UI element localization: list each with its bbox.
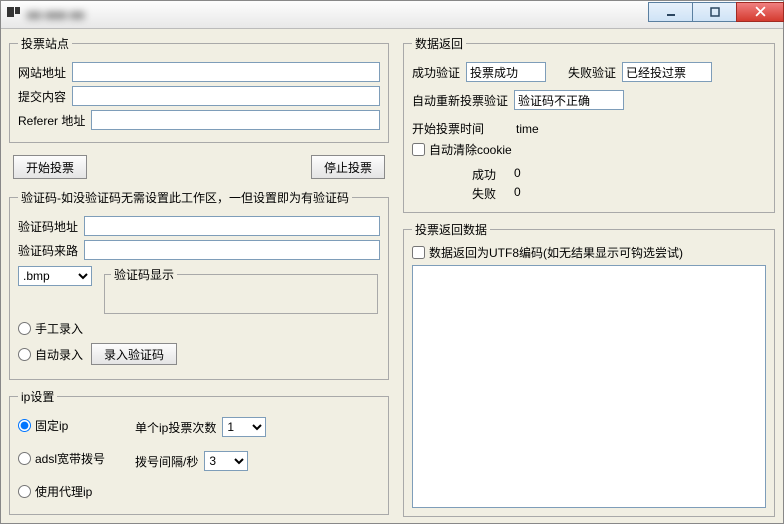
minimize-button[interactable] [648,2,693,22]
submit-label: 提交内容 [18,88,66,105]
captcha-legend: 验证码-如没验证码无需设置此工作区，一但设置即为有验证码 [18,189,352,206]
success-count-label: 成功 [472,166,496,183]
ip-fixed-radio[interactable] [18,419,31,432]
success-label: 成功验证 [412,64,460,81]
ip-adsl-radio[interactable] [18,452,31,465]
submit-input[interactable] [72,86,380,106]
clear-cookie-label: 自动清除cookie [429,141,512,158]
per-ip-select[interactable]: 1 [222,417,266,437]
per-ip-label: 单个ip投票次数 [135,419,216,436]
ip-adsl-label: adsl宽带拨号 [35,450,105,467]
window-title: ■■ ■■■ ■■ [27,8,84,22]
close-button[interactable] [736,2,784,22]
success-input[interactable] [466,62,546,82]
titlebar: ■■ ■■■ ■■ [1,1,783,29]
referer-label: Referer 地址 [18,112,85,129]
retry-label: 自动重新投票验证 [412,92,508,109]
captcha-addr-label: 验证码地址 [18,218,78,235]
client-area: 投票站点 网站地址 提交内容 Referer 地址 开始投票 [1,29,783,523]
fail-count-value: 0 [514,185,521,202]
fail-count-label: 失败 [472,185,496,202]
right-column: 数据返回 成功验证 失败验证 自动重新投票验证 开始投票时间 [403,35,775,517]
left-column: 投票站点 网站地址 提交内容 Referer 地址 开始投票 [9,35,389,517]
return-textarea[interactable] [412,265,766,508]
retry-input[interactable] [514,90,624,110]
captcha-ref-label: 验证码来路 [18,242,78,259]
start-vote-button[interactable]: 开始投票 [13,155,87,179]
vote-site-legend: 投票站点 [18,35,72,52]
utf8-label: 数据返回为UTF8编码(如无结果显示可钩选尝试) [429,244,683,261]
action-row: 开始投票 停止投票 [9,155,389,179]
fail-input[interactable] [622,62,712,82]
success-count-value: 0 [514,166,521,183]
url-label: 网站地址 [18,64,66,81]
captcha-display-group: 验证码显示 [104,266,378,314]
captcha-manual-label: 手工录入 [35,320,83,337]
captcha-auto-radio[interactable] [18,348,31,361]
app-icon [7,7,23,23]
captcha-input-button[interactable]: 录入验证码 [91,343,177,365]
captcha-group: 验证码-如没验证码无需设置此工作区，一但设置即为有验证码 验证码地址 验证码来路… [9,189,389,380]
maximize-button[interactable] [692,2,737,22]
utf8-checkbox[interactable] [412,246,425,259]
captcha-display-legend: 验证码显示 [111,266,177,283]
ip-fixed-label: 固定ip [35,417,68,434]
captcha-ref-input[interactable] [84,240,380,260]
ip-group: ip设置 固定ip adsl宽带拨号 [9,388,389,515]
ip-legend: ip设置 [18,388,57,405]
return-data-group: 投票返回数据 数据返回为UTF8编码(如无结果显示可钩选尝试) [403,221,775,517]
captcha-auto-label: 自动录入 [35,346,83,363]
captcha-addr-input[interactable] [84,216,380,236]
captcha-manual-radio[interactable] [18,322,31,335]
result-group: 数据返回 成功验证 失败验证 自动重新投票验证 开始投票时间 [403,35,775,213]
vote-site-group: 投票站点 网站地址 提交内容 Referer 地址 [9,35,389,143]
stop-vote-button[interactable]: 停止投票 [311,155,385,179]
return-data-legend: 投票返回数据 [412,221,490,238]
fail-label: 失败验证 [568,64,616,81]
start-time-value: time [516,122,539,136]
ip-proxy-radio[interactable] [18,485,31,498]
captcha-ext-select[interactable]: .bmp [18,266,92,286]
start-time-label: 开始投票时间 [412,120,484,137]
clear-cookie-checkbox[interactable] [412,143,425,156]
referer-input[interactable] [91,110,380,130]
url-input[interactable] [72,62,380,82]
result-legend: 数据返回 [412,35,466,52]
interval-label: 拨号间隔/秒 [135,453,198,470]
window-controls [649,2,784,22]
interval-select[interactable]: 3 [204,451,248,471]
app-window: ■■ ■■■ ■■ 投票站点 网站地址 [0,0,784,524]
title-left: ■■ ■■■ ■■ [7,7,84,23]
ip-proxy-label: 使用代理ip [35,483,92,500]
